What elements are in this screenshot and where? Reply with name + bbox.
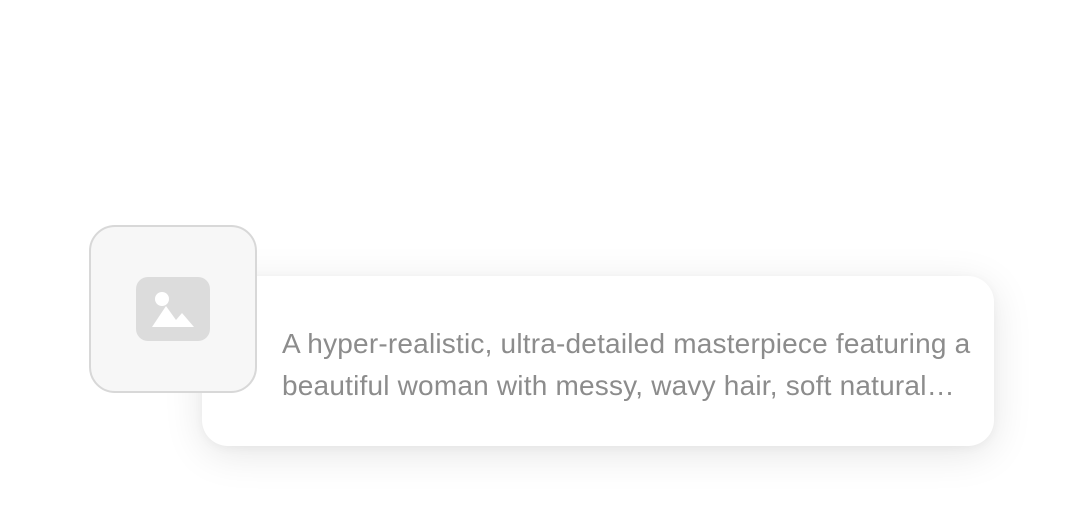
image-thumbnail[interactable] [89, 225, 257, 393]
image-placeholder-icon [136, 277, 210, 341]
prompt-text: A hyper-realistic, ultra-detailed master… [282, 328, 971, 401]
stage: A hyper-realistic, ultra-detailed master… [0, 0, 1080, 520]
prompt-card[interactable]: A hyper-realistic, ultra-detailed master… [202, 276, 994, 446]
